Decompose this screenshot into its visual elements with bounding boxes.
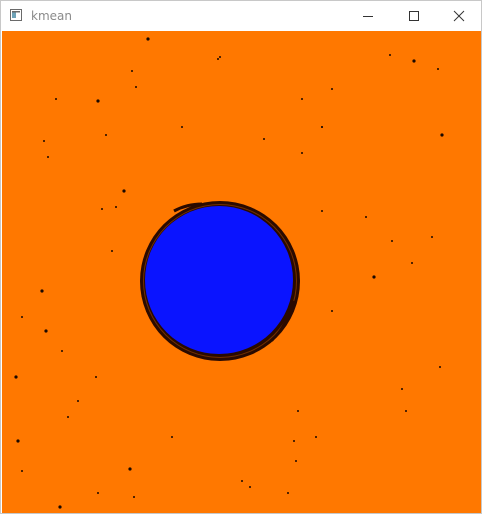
speckle — [58, 505, 62, 509]
speckle — [297, 410, 299, 412]
speckle — [47, 156, 49, 158]
speckle — [315, 436, 317, 438]
speckle — [321, 126, 323, 128]
speckle — [146, 37, 150, 41]
speckle — [365, 216, 367, 218]
speckle — [372, 275, 376, 279]
speckle — [111, 250, 113, 252]
image-canvas — [2, 31, 481, 513]
kmeans-result-image — [2, 31, 481, 513]
speckle — [389, 54, 391, 56]
speckle — [391, 240, 393, 242]
speckle — [95, 376, 97, 378]
speckle — [115, 206, 117, 208]
speckle — [122, 189, 126, 193]
speckle — [131, 70, 133, 72]
speckle — [96, 99, 100, 103]
speckle — [401, 388, 403, 390]
speckle — [67, 416, 69, 418]
window-title: kmean — [31, 9, 72, 23]
minimize-icon — [363, 16, 373, 17]
speckle — [105, 134, 107, 136]
maximize-button[interactable] — [391, 1, 437, 31]
speckle — [77, 400, 79, 402]
speckle — [241, 480, 243, 482]
speckle — [181, 126, 183, 128]
speckle — [14, 375, 18, 379]
speckle — [295, 460, 297, 462]
speckle — [321, 210, 323, 212]
speckle — [411, 262, 413, 264]
speckle — [437, 68, 439, 70]
speckle — [97, 492, 99, 494]
speckle — [217, 58, 219, 60]
speckle — [128, 467, 132, 471]
speckle — [301, 98, 303, 100]
speckle — [61, 350, 63, 352]
minimize-button[interactable] — [345, 1, 391, 31]
speckle — [439, 366, 441, 368]
speckle — [263, 138, 265, 140]
title-bar[interactable]: kmean — [1, 1, 481, 31]
speckle — [331, 310, 333, 312]
speckle — [301, 152, 303, 154]
app-icon — [10, 9, 22, 21]
speckle — [135, 86, 137, 88]
speckle — [293, 440, 295, 442]
speckle — [412, 59, 416, 63]
speckle — [431, 236, 433, 238]
speckle — [21, 316, 23, 318]
speckle — [405, 410, 407, 412]
app-window: kmean — [0, 0, 482, 514]
blue-cluster-disk — [145, 206, 293, 354]
speckle — [44, 329, 48, 333]
speckle — [55, 98, 57, 100]
speckle — [219, 56, 221, 58]
speckle — [133, 496, 135, 498]
speckle — [21, 470, 23, 472]
close-icon — [453, 10, 465, 22]
speckle — [440, 133, 444, 137]
close-button[interactable] — [436, 1, 482, 31]
speckle — [171, 436, 173, 438]
maximize-icon — [409, 11, 419, 21]
speckle — [287, 492, 289, 494]
speckle — [40, 289, 44, 293]
speckle — [331, 88, 333, 90]
speckle — [249, 486, 251, 488]
speckle — [43, 140, 45, 142]
speckle — [101, 208, 103, 210]
speckle — [16, 439, 20, 443]
